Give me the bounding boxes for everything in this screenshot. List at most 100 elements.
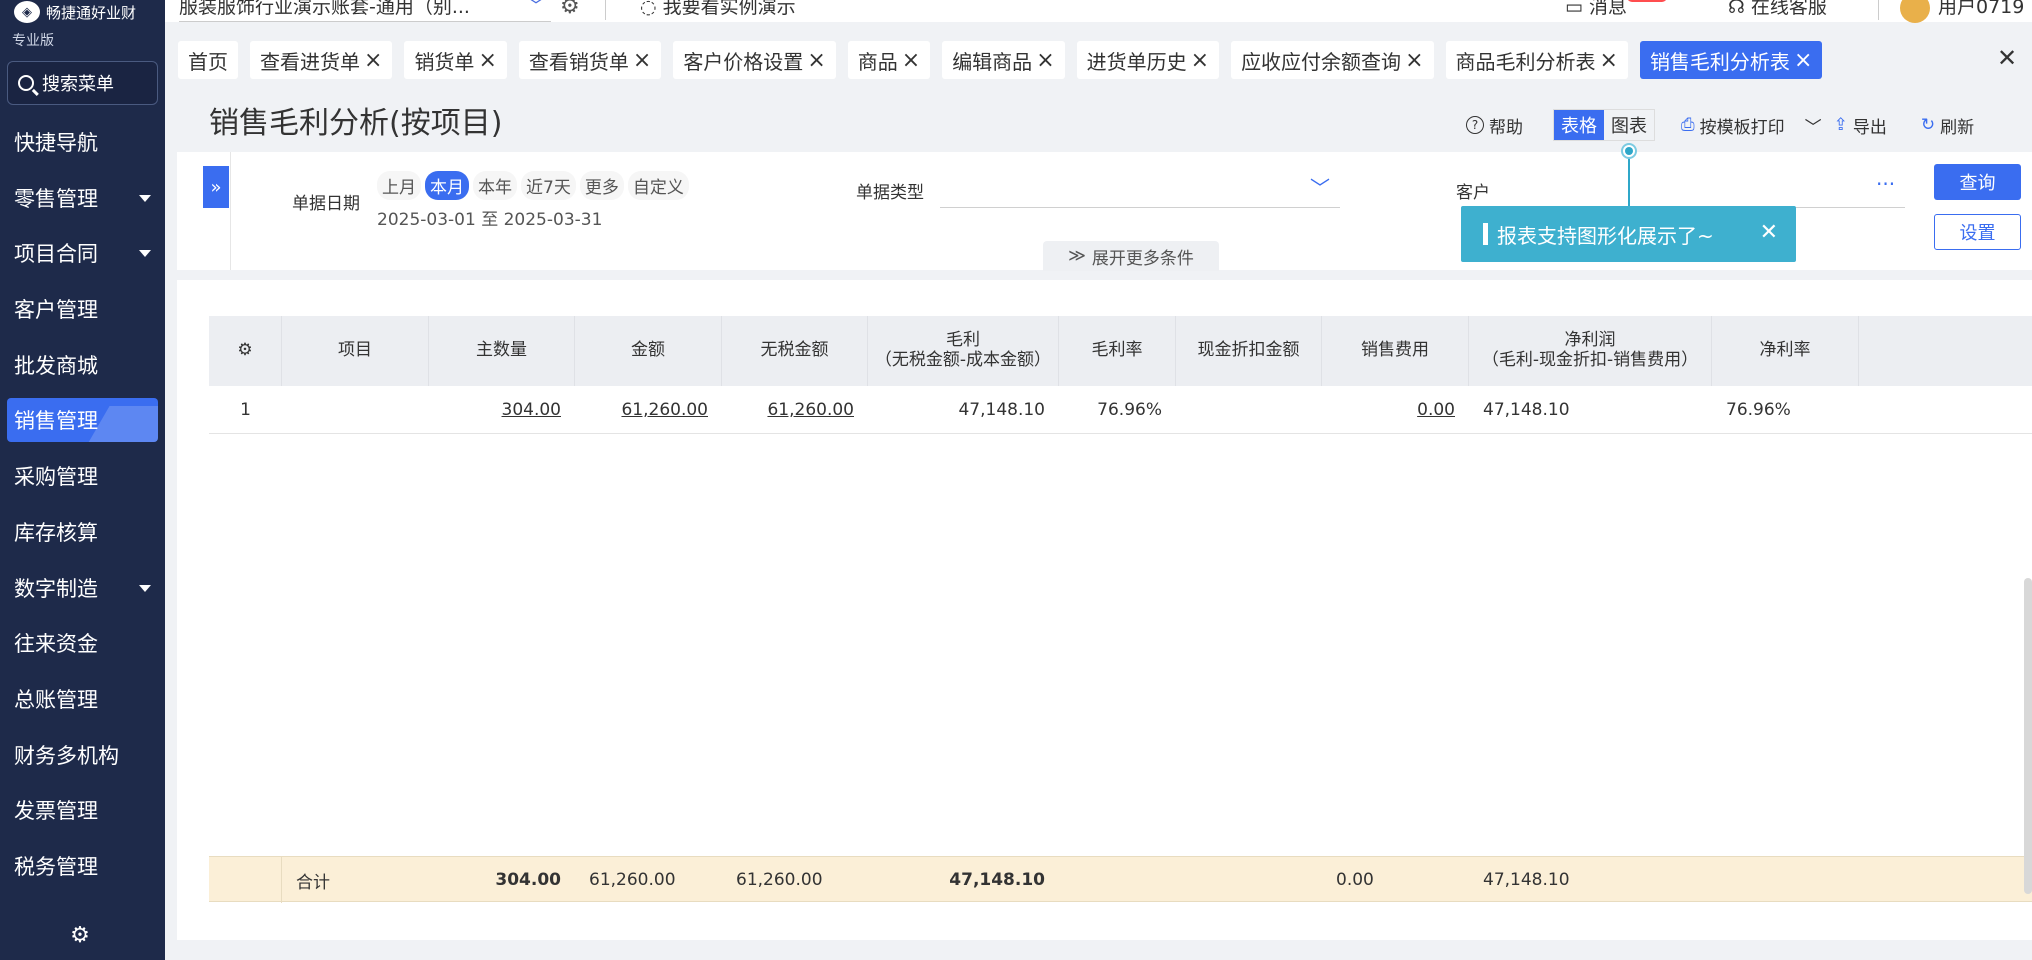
column-title: 净利率 xyxy=(1759,340,1811,361)
expand-conditions-label: 展开更多条件 xyxy=(1091,248,1194,269)
tab[interactable]: 查看进货单 × xyxy=(250,41,393,79)
sidebar-item[interactable]: 销售管理 xyxy=(7,398,158,443)
cell-value[interactable]: 61,260.00 xyxy=(621,400,708,420)
tab[interactable]: 销售毛利分析表 × xyxy=(1639,41,1823,79)
tab[interactable]: 查看销货单 × xyxy=(518,41,662,79)
tab[interactable]: 进货单历史 × xyxy=(1076,41,1220,79)
menu-search-label: 搜索菜单 xyxy=(42,74,114,95)
avatar xyxy=(1900,0,1930,23)
sidebar-item[interactable]: 往来资金 xyxy=(0,616,165,672)
sidebar-item[interactable]: 批发商城 xyxy=(0,337,165,393)
sidebar-item[interactable]: 发票管理 xyxy=(0,783,165,839)
tab-label: 编辑商品 xyxy=(952,49,1033,74)
sidebar-item[interactable]: 零售管理 xyxy=(0,170,165,226)
help-button[interactable]: ? 帮助 xyxy=(1466,113,1523,138)
help-label: 帮助 xyxy=(1489,117,1523,138)
date-option[interactable]: 上月 xyxy=(377,171,421,200)
doc-type-select[interactable] xyxy=(940,207,1340,208)
close-icon[interactable]: × xyxy=(1036,48,1054,73)
close-icon[interactable]: × xyxy=(633,48,651,73)
close-icon[interactable]: × xyxy=(807,48,825,73)
column-settings-header[interactable]: ⚙ xyxy=(209,316,282,386)
refresh-button[interactable]: ↻ 刷新 xyxy=(1921,113,1974,138)
close-icon[interactable]: × xyxy=(1191,48,1209,73)
total-empty-cell xyxy=(1059,857,1176,903)
sidebar-item[interactable]: 总账管理 xyxy=(0,671,165,727)
date-range-value[interactable]: 2025-03-01 至 2025-03-31 xyxy=(377,205,602,230)
tab-label: 客户价格设置 xyxy=(683,49,804,74)
column-header: 净利率 xyxy=(1712,316,1859,386)
close-icon[interactable]: × xyxy=(364,48,382,73)
vertical-scrollbar[interactable] xyxy=(2024,578,2032,894)
chevron-down-icon[interactable]: ﹀ xyxy=(1310,172,1330,201)
date-option[interactable]: 本月 xyxy=(425,171,469,200)
brand-logo[interactable]: ◈ 畅捷通好业财 xyxy=(14,1,136,23)
close-icon[interactable]: × xyxy=(1794,48,1812,73)
logo-icon: ◈ xyxy=(14,1,40,23)
close-icon[interactable]: × xyxy=(902,48,920,73)
help-icon: ? xyxy=(1466,116,1484,134)
doc-type-label: 单据类型 xyxy=(856,183,924,203)
date-option[interactable]: 更多 xyxy=(579,171,624,200)
settings-gear-icon[interactable]: ⚙ xyxy=(68,924,92,948)
close-all-tabs-icon[interactable]: ✕ xyxy=(1997,44,2017,72)
sidebar-item[interactable]: 项目合同 xyxy=(0,225,165,281)
more-options-icon[interactable]: ··· xyxy=(1876,172,1895,196)
print-dropdown[interactable]: ﹀ xyxy=(1805,113,1822,138)
close-icon[interactable]: × xyxy=(1405,48,1423,73)
close-icon[interactable]: ✕ xyxy=(1760,220,1778,245)
date-option[interactable]: 本年 xyxy=(473,171,517,200)
export-button[interactable]: ⇪ 导出 xyxy=(1834,113,1887,138)
expand-sidebar-icon[interactable]: » xyxy=(203,166,229,208)
account-selector[interactable]: 服装服饰行业演示账套-通用（别... ﹀ xyxy=(179,0,551,22)
date-option[interactable]: 自定义 xyxy=(627,171,689,200)
tab[interactable]: 商品毛利分析表 × xyxy=(1445,41,1628,79)
demo-icon: ◌ xyxy=(640,0,663,18)
sidebar-item-label: 采购管理 xyxy=(14,465,98,490)
total-label: 合计 xyxy=(296,872,330,893)
date-option[interactable]: 近7天 xyxy=(521,171,576,200)
online-service-button[interactable]: ☊ 在线客服 xyxy=(1728,0,1827,19)
sidebar-item[interactable]: 税务管理 xyxy=(0,838,165,894)
sidebar-item[interactable]: 财务多机构 xyxy=(0,727,165,783)
sidebar-item[interactable]: 库存核算 xyxy=(0,504,165,560)
query-button[interactable]: 查询 xyxy=(1934,164,2021,200)
tab[interactable]: 应收应付余额查询 × xyxy=(1231,41,1434,79)
sidebar-item[interactable]: 客户管理 xyxy=(0,281,165,337)
sidebar-item[interactable]: 快捷导航 xyxy=(0,114,165,170)
tab[interactable]: 首页 xyxy=(178,41,238,79)
account-settings-icon[interactable]: ⚙ xyxy=(560,0,580,19)
tab[interactable]: 商品 × xyxy=(847,41,931,79)
user-menu[interactable]: 用户0719 xyxy=(1900,0,2024,23)
cell-qty[interactable]: 304.00 xyxy=(429,386,575,434)
cell-amount-no-tax[interactable]: 61,260.00 xyxy=(722,386,868,434)
gear-icon[interactable]: ⚙ xyxy=(237,341,252,361)
column-title: 无税金额 xyxy=(760,340,829,361)
sidebar-item[interactable]: 数字制造 xyxy=(0,560,165,616)
menu-search[interactable]: 搜索菜单 xyxy=(7,61,158,105)
messages-button[interactable]: ▭ 消息 xyxy=(1565,0,1627,19)
sidebar-item[interactable]: 采购管理 xyxy=(0,448,165,504)
tooltip-bar xyxy=(1483,223,1488,245)
view-table-button[interactable]: 表格 xyxy=(1554,110,1604,140)
tooltip-pointer-dot xyxy=(1621,143,1637,159)
tab[interactable]: 编辑商品 × xyxy=(942,41,1065,79)
settings-button[interactable]: 设置 xyxy=(1934,214,2021,250)
close-icon[interactable]: × xyxy=(478,48,496,73)
cell-amount[interactable]: 61,260.00 xyxy=(575,386,722,434)
demo-link[interactable]: ◌ 我要看实例演示 xyxy=(640,0,796,19)
tab[interactable]: 销货单 × xyxy=(404,41,507,79)
cell-value[interactable]: 0.00 xyxy=(1417,400,1455,420)
column-header-text: 销售费用 xyxy=(1361,341,1429,361)
expand-conditions-button[interactable]: ≫ 展开更多条件 xyxy=(1043,241,1219,271)
column-header: 金额 xyxy=(575,316,722,386)
tab[interactable]: 客户价格设置 × xyxy=(673,41,836,79)
column-header-text: 金额 xyxy=(631,341,665,361)
cell-sales-expense[interactable]: 0.00 xyxy=(1322,386,1469,434)
close-icon[interactable]: × xyxy=(1600,48,1618,73)
cell-value[interactable]: 61,260.00 xyxy=(767,400,854,420)
message-badge xyxy=(1627,0,1667,2)
print-template-button[interactable]: ⎙ 按模板打印 xyxy=(1681,113,1785,138)
cell-value[interactable]: 304.00 xyxy=(502,400,561,420)
view-chart-button[interactable]: 图表 xyxy=(1604,110,1654,140)
